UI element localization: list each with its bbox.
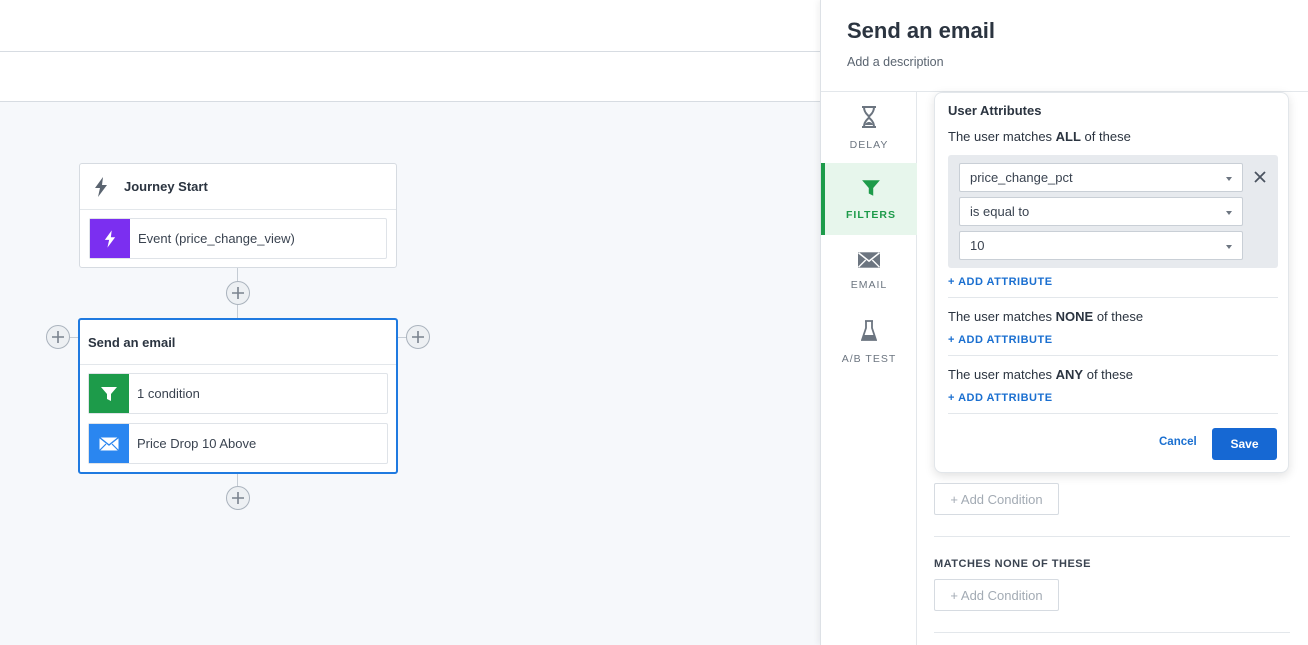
journey-start-title: Journey Start xyxy=(124,179,208,194)
event-row[interactable]: Event (price_change_view) xyxy=(89,218,387,259)
message-label: Price Drop 10 Above xyxy=(137,436,257,451)
add-branch-right-plus-icon[interactable] xyxy=(406,325,430,349)
journey-start-header: Journey Start xyxy=(80,164,396,210)
nav-ab-test[interactable]: A/B TEST xyxy=(821,306,917,378)
funnel-icon xyxy=(861,178,881,203)
caret-down-icon xyxy=(1226,177,1232,181)
add-condition-none-button[interactable]: + Add Condition xyxy=(934,579,1059,611)
operator-select-value: is equal to xyxy=(970,204,1030,219)
nav-delay-label: DELAY xyxy=(849,138,889,151)
user-attributes-popup: User Attributes The user matches ALL of … xyxy=(934,92,1289,473)
remove-attribute-close-icon[interactable] xyxy=(1250,167,1270,187)
caret-down-icon xyxy=(1226,245,1232,249)
add-attribute-none-link[interactable]: + ADD ATTRIBUTE xyxy=(948,334,1053,346)
matches-all-bold: ALL xyxy=(1055,129,1081,144)
add-branch-left-plus-icon[interactable] xyxy=(46,325,70,349)
send-email-header: Send an email xyxy=(80,320,396,365)
matches-any-suffix: of these xyxy=(1083,367,1133,382)
beaker-icon xyxy=(860,319,878,347)
matches-none-suffix: of these xyxy=(1093,309,1144,324)
value-select[interactable]: 10 xyxy=(959,231,1243,260)
matches-none-bold: NONE xyxy=(1055,309,1094,324)
matches-all-suffix: of these xyxy=(1080,129,1131,144)
filters-content: User Attributes The user matches ALL of … xyxy=(918,92,1308,645)
popup-title: User Attributes xyxy=(948,103,1042,118)
funnel-icon xyxy=(89,374,129,413)
attribute-select[interactable]: price_change_pct xyxy=(959,163,1243,192)
matches-all-prefix: The user matches xyxy=(948,129,1056,144)
caret-down-icon xyxy=(1226,211,1232,215)
matches-none-text: The user matches NONE of these xyxy=(948,309,1143,324)
add-step-plus-icon[interactable] xyxy=(226,281,250,305)
nav-email[interactable]: EMAIL xyxy=(821,235,917,307)
lightning-icon xyxy=(90,219,130,258)
journey-start-node[interactable]: Journey Start Event (price_change_view) xyxy=(79,163,397,268)
send-email-title: Send an email xyxy=(88,334,176,350)
matches-any-bold: ANY xyxy=(1055,367,1084,382)
envelope-icon xyxy=(858,251,880,273)
matches-none-section-label: MATCHES NONE OF THESE xyxy=(934,558,1091,570)
value-select-value: 10 xyxy=(970,238,985,253)
add-step-plus-icon[interactable] xyxy=(226,486,250,510)
lightning-icon xyxy=(90,176,112,198)
message-row[interactable]: Price Drop 10 Above xyxy=(88,423,388,464)
matches-all-text: The user matches ALL of these xyxy=(948,129,1131,144)
panel-description[interactable]: Add a description xyxy=(847,55,944,69)
send-email-node[interactable]: Send an email 1 condition Price Drop 10 … xyxy=(78,318,398,474)
divider xyxy=(948,413,1278,414)
save-button[interactable]: Save xyxy=(1212,428,1277,460)
step-settings-panel: Send an email Add a description DELAY FI… xyxy=(820,0,1308,645)
divider xyxy=(948,297,1278,298)
panel-title[interactable]: Send an email xyxy=(847,18,995,44)
nav-delay[interactable]: DELAY xyxy=(821,92,917,164)
condition-row[interactable]: 1 condition xyxy=(88,373,388,414)
journey-canvas[interactable]: Journey Start Event (price_change_view) … xyxy=(0,102,820,645)
attribute-select-value: price_change_pct xyxy=(970,170,1073,185)
envelope-icon xyxy=(89,424,129,463)
attribute-condition-box: price_change_pct is equal to 10 xyxy=(948,155,1278,268)
top-bar xyxy=(0,0,820,52)
nav-filters-label: FILTERS xyxy=(846,208,896,221)
condition-label: 1 condition xyxy=(137,386,200,401)
operator-select[interactable]: is equal to xyxy=(959,197,1243,226)
add-condition-button[interactable]: + Add Condition xyxy=(934,483,1059,515)
panel-side-nav: DELAY FILTERS EMAIL A/B TEST xyxy=(821,92,917,645)
matches-none-prefix: The user matches xyxy=(948,309,1056,324)
matches-any-text: The user matches ANY of these xyxy=(948,367,1133,382)
nav-email-label: EMAIL xyxy=(850,278,888,291)
add-attribute-any-link[interactable]: + ADD ATTRIBUTE xyxy=(948,392,1053,404)
nav-filters[interactable]: FILTERS xyxy=(821,163,917,235)
connector-line xyxy=(237,474,238,486)
matches-any-prefix: The user matches xyxy=(948,367,1056,382)
divider xyxy=(948,355,1278,356)
divider xyxy=(934,632,1290,633)
sub-bar xyxy=(0,52,820,102)
hourglass-icon xyxy=(861,105,877,133)
divider xyxy=(934,536,1290,537)
event-label: Event (price_change_view) xyxy=(138,231,295,246)
add-attribute-all-link[interactable]: + ADD ATTRIBUTE xyxy=(948,276,1053,288)
nav-ab-test-label: A/B TEST xyxy=(841,352,897,365)
cancel-button[interactable]: Cancel xyxy=(1159,436,1197,448)
